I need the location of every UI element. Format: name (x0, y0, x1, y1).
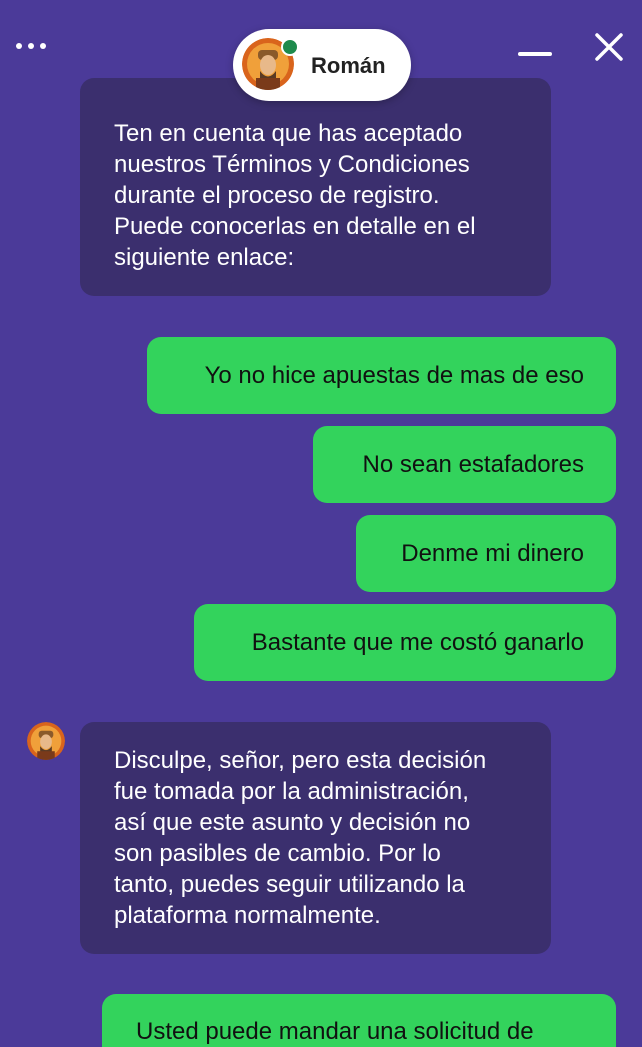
message-line: así que este asunto y decisión no (114, 809, 471, 836)
agent-name: Román (311, 53, 386, 78)
agent-avatar (27, 722, 65, 760)
agent-message: Ten en cuenta que has aceptado nuestros … (80, 78, 551, 296)
chat-header: Román (0, 0, 642, 110)
message-text: Denme mi dinero (401, 540, 584, 567)
user-message: Denme mi dinero (356, 515, 616, 592)
message-line: Ten en cuenta que has aceptado (114, 120, 463, 147)
message-line: son pasibles de cambio. Por lo (114, 840, 441, 867)
message-line: nuestros Términos y Condiciones (114, 151, 470, 178)
message-line: siguiente enlace: (114, 244, 295, 271)
message-line: fue tomada por la administración, (114, 778, 469, 805)
chat-window: Ten en cuenta que has aceptado nuestros … (0, 0, 642, 1047)
close-icon[interactable] (592, 30, 626, 64)
agent-message: Disculpe, señor, pero esta decisión fue … (80, 722, 551, 954)
message-text: No sean estafadores (362, 451, 584, 478)
user-message: Usted puede mandar una solicitud de (102, 994, 616, 1047)
message-line: plataforma normalmente. (114, 902, 381, 929)
message-line: Disculpe, señor, pero esta decisión (114, 747, 487, 774)
message-text: Yo no hice apuestas de mas de eso (204, 362, 584, 389)
agent-header[interactable]: Román (233, 29, 411, 101)
minimize-icon[interactable] (516, 38, 556, 68)
user-message: Yo no hice apuestas de mas de eso (147, 337, 616, 414)
user-message: Bastante que me costó ganarlo (194, 604, 616, 681)
message-text: Usted puede mandar una solicitud de (136, 1018, 534, 1045)
user-message: No sean estafadores (313, 426, 616, 503)
message-line: durante el proceso de registro. (114, 182, 440, 209)
message-line: Puede conocerlas en detalle en el (114, 213, 476, 240)
avatar-icon (27, 722, 65, 760)
message-line: tanto, puedes seguir utilizando la (114, 871, 465, 898)
more-dots-icon[interactable] (16, 40, 56, 52)
message-text: Bastante que me costó ganarlo (251, 629, 584, 656)
online-status-icon (281, 38, 299, 56)
